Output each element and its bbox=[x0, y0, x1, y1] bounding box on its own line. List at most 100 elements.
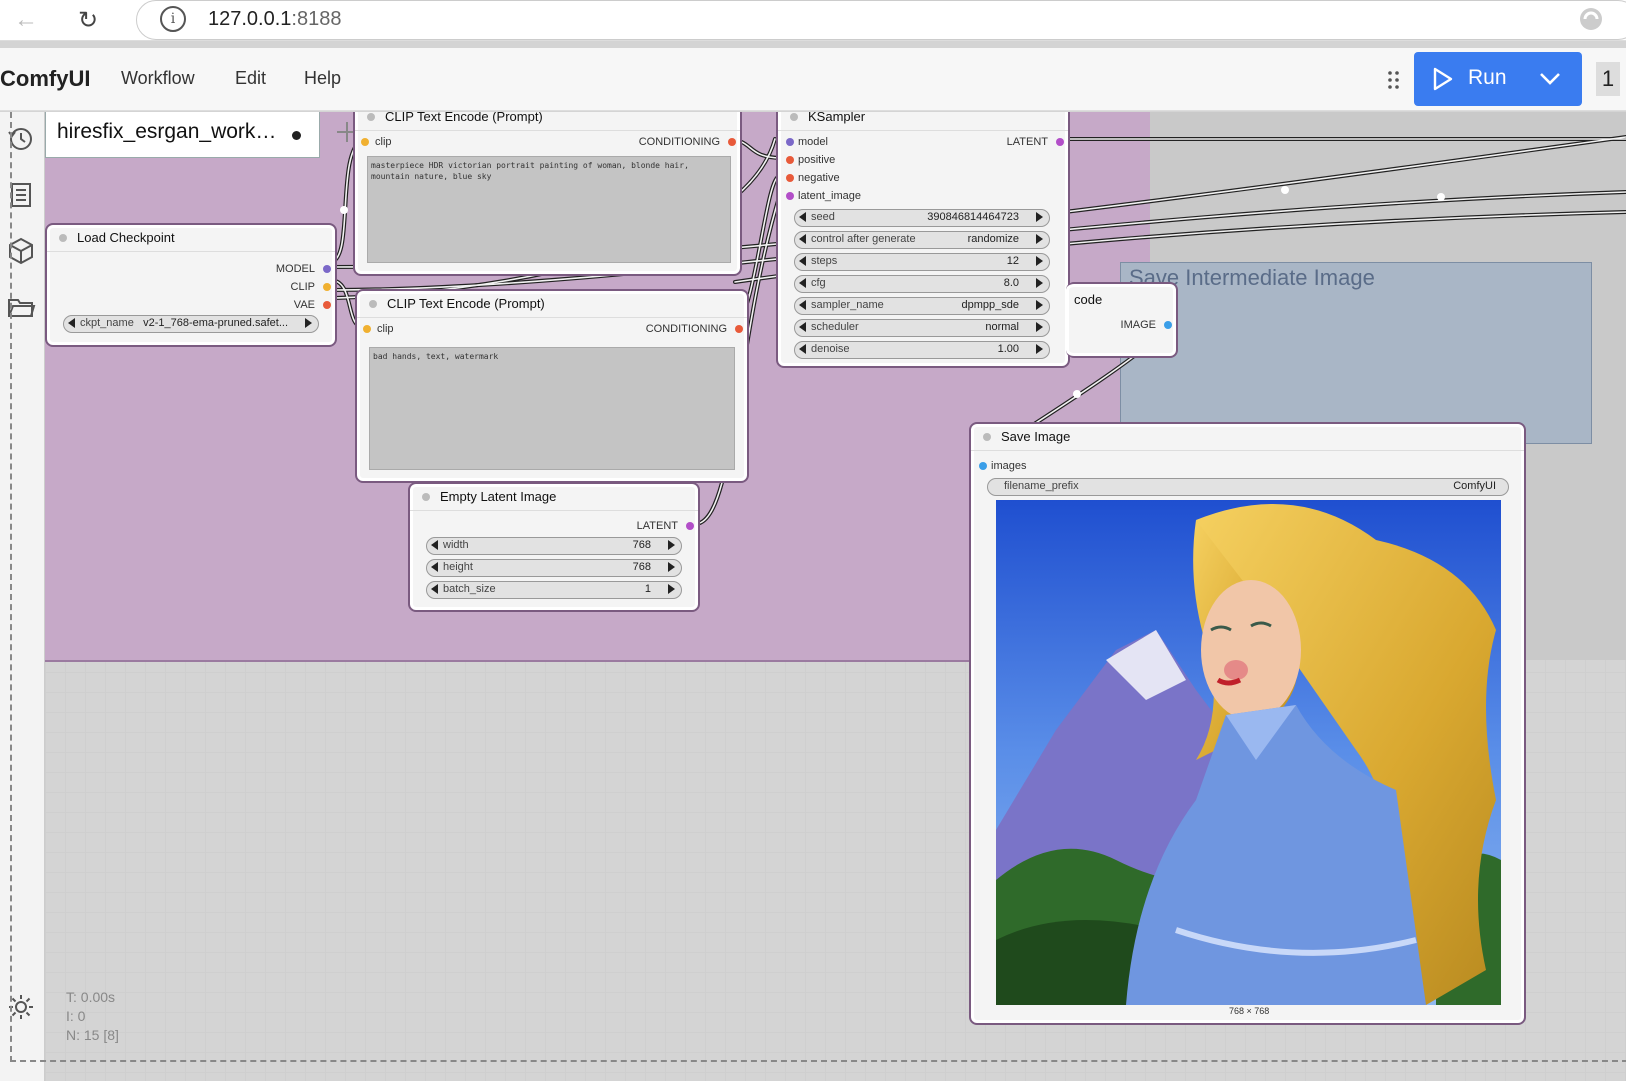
output-slot-latent[interactable]: LATENT bbox=[1007, 136, 1048, 148]
input-slot-positive[interactable]: positive bbox=[798, 154, 835, 166]
slot-dot-icon[interactable] bbox=[979, 462, 987, 470]
slot-dot-icon[interactable] bbox=[363, 325, 371, 333]
history-icon[interactable] bbox=[6, 124, 36, 154]
widget-denoise[interactable]: denoise 1.00 bbox=[794, 341, 1050, 359]
slot-dot-icon[interactable] bbox=[323, 283, 331, 291]
slot-dot-icon[interactable] bbox=[686, 522, 694, 530]
settings-icon[interactable] bbox=[6, 992, 36, 1022]
widget-seed[interactable]: seed 390846814464723 bbox=[794, 209, 1050, 227]
graph-canvas[interactable]: Save Intermediate Image hiresfix_esrgan_… bbox=[45, 112, 1626, 1081]
chevron-down-icon[interactable] bbox=[1538, 70, 1562, 88]
node-clip-text-encode-positive[interactable]: CLIP Text Encode (Prompt) clip CONDITION… bbox=[353, 112, 742, 276]
widget-sampler-name[interactable]: sampler_name dpmpp_sde bbox=[794, 297, 1050, 315]
slot-dot-icon[interactable] bbox=[1164, 321, 1172, 329]
wire-reroute-dot[interactable] bbox=[340, 206, 348, 214]
increment-arrow-icon[interactable] bbox=[1036, 278, 1043, 288]
slot-dot-icon[interactable] bbox=[323, 301, 331, 309]
input-slot-clip[interactable]: clip bbox=[377, 323, 394, 335]
run-button[interactable]: Run bbox=[1414, 52, 1582, 106]
output-slot-image[interactable]: IMAGE bbox=[1121, 319, 1156, 331]
wire-reroute-dot[interactable] bbox=[1281, 186, 1289, 194]
menu-help[interactable]: Help bbox=[304, 68, 341, 89]
decrement-arrow-icon[interactable] bbox=[431, 562, 438, 572]
node-title-bar[interactable]: Load Checkpoint bbox=[47, 225, 335, 252]
slot-dot-icon[interactable] bbox=[728, 138, 736, 146]
collapse-dot-icon[interactable] bbox=[983, 433, 991, 441]
input-slot-model[interactable]: model bbox=[798, 136, 828, 148]
slot-dot-icon[interactable] bbox=[323, 265, 331, 273]
decrement-arrow-icon[interactable] bbox=[68, 318, 75, 328]
widget-steps[interactable]: steps 12 bbox=[794, 253, 1050, 271]
decrement-arrow-icon[interactable] bbox=[799, 212, 806, 222]
node-title-bar[interactable]: KSampler bbox=[778, 112, 1068, 131]
input-slot-clip[interactable]: clip bbox=[375, 136, 392, 148]
increment-arrow-icon[interactable] bbox=[668, 584, 675, 594]
widget-scheduler[interactable]: scheduler normal bbox=[794, 319, 1050, 337]
drag-handle-icon[interactable] bbox=[1387, 70, 1401, 90]
input-slot-latent-image[interactable]: latent_image bbox=[798, 190, 861, 202]
widget-ckpt-name[interactable]: ckpt_name v2-1_768-ema-pruned.safet... bbox=[63, 315, 319, 333]
collapse-dot-icon[interactable] bbox=[59, 234, 67, 242]
widget-batch-size[interactable]: batch_size 1 bbox=[426, 581, 682, 599]
node-load-checkpoint[interactable]: Load Checkpoint MODEL CLIP VAE ckpt_name… bbox=[45, 223, 337, 347]
workflows-icon[interactable] bbox=[6, 292, 36, 322]
menu-edit[interactable]: Edit bbox=[235, 68, 266, 89]
increment-arrow-icon[interactable] bbox=[1036, 344, 1043, 354]
output-slot-conditioning[interactable]: CONDITIONING bbox=[646, 323, 727, 335]
increment-arrow-icon[interactable] bbox=[1036, 300, 1043, 310]
increment-arrow-icon[interactable] bbox=[668, 562, 675, 572]
slot-dot-icon[interactable] bbox=[361, 138, 369, 146]
decrement-arrow-icon[interactable] bbox=[799, 234, 806, 244]
increment-arrow-icon[interactable] bbox=[1036, 234, 1043, 244]
node-title-bar[interactable]: CLIP Text Encode (Prompt) bbox=[357, 291, 747, 318]
slot-dot-icon[interactable] bbox=[786, 192, 794, 200]
node-title-bar[interactable]: Save Image bbox=[971, 424, 1524, 451]
decrement-arrow-icon[interactable] bbox=[799, 300, 806, 310]
menu-workflow[interactable]: Workflow bbox=[121, 68, 195, 89]
collapse-dot-icon[interactable] bbox=[422, 493, 430, 501]
node-empty-latent-image[interactable]: Empty Latent Image LATENT width 768 heigh… bbox=[408, 482, 700, 612]
output-slot-clip[interactable]: CLIP bbox=[291, 281, 315, 293]
decrement-arrow-icon[interactable] bbox=[431, 540, 438, 550]
increment-arrow-icon[interactable] bbox=[1036, 322, 1043, 332]
increment-arrow-icon[interactable] bbox=[668, 540, 675, 550]
reload-icon[interactable]: ↻ bbox=[78, 6, 98, 35]
widget-filename-prefix[interactable]: filename_prefix ComfyUI bbox=[987, 478, 1509, 496]
node-title-bar[interactable]: CLIP Text Encode (Prompt) bbox=[355, 112, 740, 131]
slot-dot-icon[interactable] bbox=[786, 174, 794, 182]
decrement-arrow-icon[interactable] bbox=[799, 322, 806, 332]
decrement-arrow-icon[interactable] bbox=[799, 344, 806, 354]
browser-extension-icon[interactable] bbox=[1578, 6, 1604, 32]
output-slot-vae[interactable]: VAE bbox=[294, 299, 315, 311]
increment-arrow-icon[interactable] bbox=[305, 318, 312, 328]
output-slot-conditioning[interactable]: CONDITIONING bbox=[639, 136, 720, 148]
decrement-arrow-icon[interactable] bbox=[799, 256, 806, 266]
workflow-tab[interactable]: hiresfix_esrgan_work… bbox=[45, 112, 320, 158]
slot-dot-icon[interactable] bbox=[786, 156, 794, 164]
collapse-dot-icon[interactable] bbox=[790, 113, 798, 121]
prompt-text-area[interactable]: masterpiece HDR victorian portrait paint… bbox=[367, 156, 731, 263]
widget-control-after-generate[interactable]: control after generate randomize bbox=[794, 231, 1050, 249]
node-title-bar[interactable]: Empty Latent Image bbox=[410, 484, 698, 511]
slot-dot-icon[interactable] bbox=[786, 138, 794, 146]
widget-height[interactable]: height 768 bbox=[426, 559, 682, 577]
generated-image-preview[interactable] bbox=[996, 500, 1501, 1005]
decrement-arrow-icon[interactable] bbox=[799, 278, 806, 288]
output-slot-latent[interactable]: LATENT bbox=[637, 520, 678, 532]
wire-reroute-dot[interactable] bbox=[1437, 193, 1445, 201]
back-icon[interactable]: ← bbox=[14, 6, 38, 34]
node-vae-decode[interactable]: code IMAGE bbox=[1066, 282, 1178, 358]
collapse-dot-icon[interactable] bbox=[369, 300, 377, 308]
collapse-dot-icon[interactable] bbox=[367, 113, 375, 121]
slot-dot-icon[interactable] bbox=[735, 325, 743, 333]
increment-arrow-icon[interactable] bbox=[1036, 256, 1043, 266]
address-bar[interactable] bbox=[136, 0, 1626, 40]
input-slot-images[interactable]: images bbox=[991, 460, 1026, 472]
node-save-image[interactable]: Save Image images filename_prefix ComfyU… bbox=[969, 422, 1526, 1025]
widget-width[interactable]: width 768 bbox=[426, 537, 682, 555]
input-slot-negative[interactable]: negative bbox=[798, 172, 840, 184]
site-info-icon[interactable]: i bbox=[160, 6, 186, 32]
node-clip-text-encode-negative[interactable]: CLIP Text Encode (Prompt) clip CONDITION… bbox=[355, 289, 749, 483]
decrement-arrow-icon[interactable] bbox=[431, 584, 438, 594]
output-slot-model[interactable]: MODEL bbox=[276, 263, 315, 275]
